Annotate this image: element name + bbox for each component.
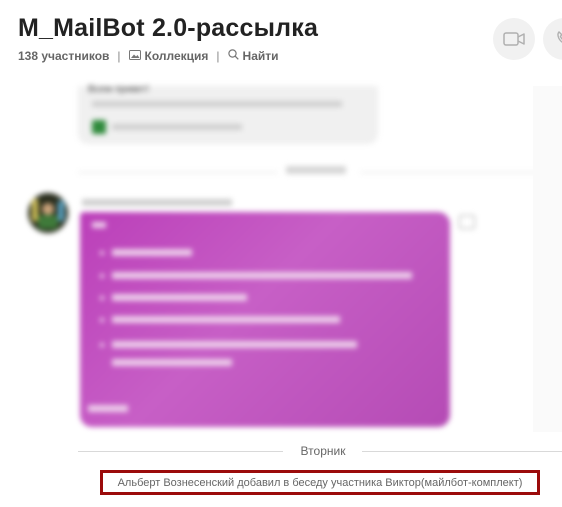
- bullet: [100, 343, 104, 347]
- bullet: [100, 274, 104, 278]
- message-line: [112, 294, 247, 301]
- day-divider-line: [360, 172, 562, 173]
- day-divider-line: [78, 451, 283, 452]
- message-line: [88, 405, 128, 412]
- bullet: [100, 318, 104, 322]
- attachment-icon: [92, 120, 106, 134]
- system-event-highlight: Альберт Вознесенский добавил в беседу уч…: [100, 470, 540, 495]
- video-call-button[interactable]: [493, 18, 535, 60]
- day-divider-line: [78, 172, 278, 173]
- video-camera-icon: [503, 31, 525, 47]
- chat-title: M_MailBot 2.0-рассылка: [18, 14, 319, 42]
- meta-separator: |: [117, 49, 121, 63]
- chat-header: M_MailBot 2.0-рассылка 138 участников | …: [0, 0, 562, 82]
- message-line: [112, 359, 232, 366]
- search-icon: [227, 49, 239, 63]
- find-link[interactable]: Найти: [227, 49, 279, 63]
- collection-label: Коллекция: [144, 49, 209, 63]
- previous-message-line: [112, 124, 242, 130]
- bullet: [100, 296, 104, 300]
- previous-message-line: [92, 101, 342, 107]
- bullet: [100, 251, 104, 255]
- message-line: [112, 316, 340, 323]
- message-line: [92, 222, 106, 228]
- day-divider-line: [362, 451, 562, 452]
- message-line: [112, 272, 412, 279]
- participants-count[interactable]: 138 участников: [18, 49, 109, 63]
- message-line: [112, 249, 192, 256]
- message-reaction-icon[interactable]: [459, 215, 475, 229]
- chat-meta-bar: 138 участников | Коллекция | Найти: [18, 49, 279, 63]
- collection-link[interactable]: Коллекция: [128, 49, 209, 63]
- phone-icon: [555, 30, 562, 48]
- message-line: [112, 341, 357, 348]
- system-event-text: Альберт Вознесенский добавил в беседу уч…: [117, 476, 523, 489]
- avatar[interactable]: [28, 193, 68, 233]
- meta-separator: |: [216, 49, 220, 63]
- day-divider-label: Вторник: [300, 444, 346, 458]
- audio-call-button[interactable]: [543, 18, 562, 60]
- gallery-icon: [128, 49, 141, 63]
- scroll-area: [533, 86, 562, 432]
- day-divider-label: [286, 166, 346, 174]
- find-label: Найти: [242, 49, 279, 63]
- previous-message-greeting: Всем привет!: [88, 84, 150, 95]
- sender-name: [82, 199, 232, 206]
